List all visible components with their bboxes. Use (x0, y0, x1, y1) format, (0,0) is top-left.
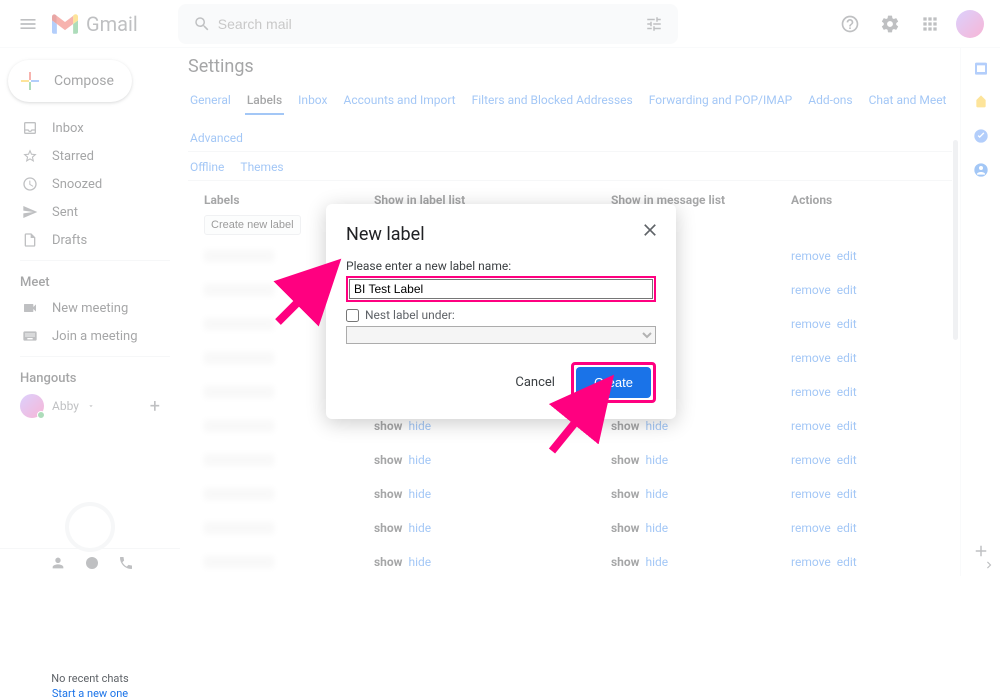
label-name-input[interactable] (349, 279, 653, 299)
nest-label-text: Nest label under: (365, 308, 455, 322)
start-chat-link[interactable]: Start a new one (0, 687, 180, 700)
input-prompt: Please enter a new label name: (346, 259, 656, 273)
close-button[interactable] (640, 220, 660, 240)
dialog-title: New label (346, 224, 656, 245)
nest-checkbox[interactable] (346, 309, 359, 322)
create-button[interactable]: Create (576, 367, 651, 398)
annotation-highlight-input (346, 276, 656, 302)
nest-parent-select[interactable] (346, 326, 656, 344)
annotation-highlight-create: Create (571, 362, 656, 403)
new-label-dialog: New label Please enter a new label name:… (326, 204, 676, 419)
dialog-buttons: Cancel Create (346, 362, 656, 403)
modal-overlay: New label Please enter a new label name:… (0, 0, 1000, 576)
cancel-button[interactable]: Cancel (507, 369, 563, 396)
nest-checkbox-row: Nest label under: (346, 308, 656, 322)
no-chats-text: No recent chats (0, 672, 180, 685)
